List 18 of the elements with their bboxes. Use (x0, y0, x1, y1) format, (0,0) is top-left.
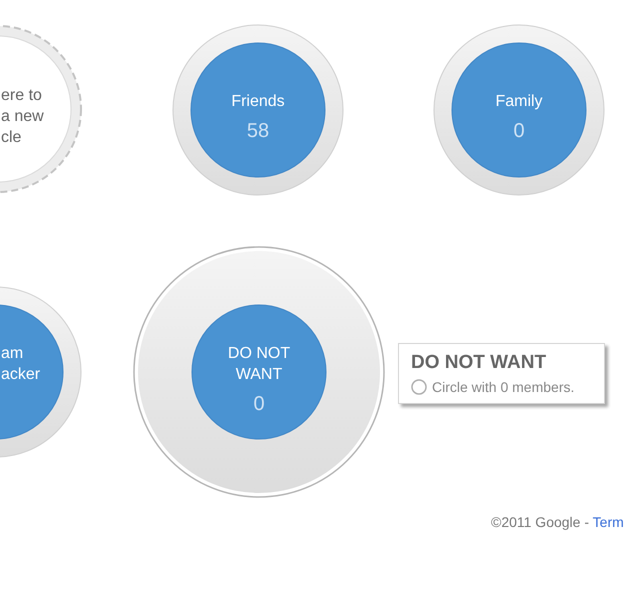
terms-link[interactable]: Term (592, 514, 624, 530)
drop-zone-ring[interactable] (0, 25, 82, 193)
copyright-text: ©2011 Google - Term (491, 514, 624, 530)
member-count: 0 (513, 119, 525, 143)
circle-ring[interactable] (133, 246, 385, 498)
circle-ring[interactable] (433, 24, 605, 196)
circle-ring[interactable] (172, 24, 344, 196)
circle-name: DO NOT WANT (228, 344, 290, 384)
member-count: 0 (253, 392, 265, 416)
circle-outline-icon (411, 379, 427, 395)
circle-name: am acker (1, 344, 40, 384)
member-count: 58 (246, 119, 270, 143)
circle-name: Family (495, 92, 543, 112)
circle-ring[interactable] (0, 286, 82, 458)
card-description: Circle with 0 members. (432, 378, 574, 396)
drop-zone-text: ere to a new cle (1, 86, 44, 148)
circle-name: Friends (231, 92, 285, 112)
card-title: DO NOT WANT (411, 351, 548, 375)
